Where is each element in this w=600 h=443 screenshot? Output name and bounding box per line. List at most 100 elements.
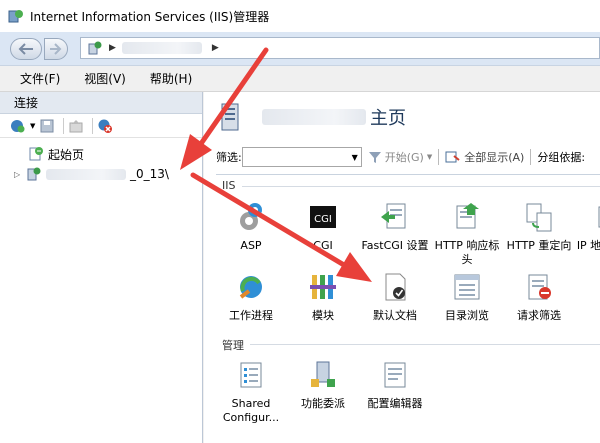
feature-label: 默认文档	[373, 309, 417, 322]
start-filter-button[interactable]: 开始(G) ▼	[368, 149, 433, 165]
group-divider	[242, 186, 600, 187]
feature-shared-configuration[interactable]: Shared Configur...	[216, 359, 286, 425]
feature-label: IP 地址和域限制	[576, 239, 600, 252]
connections-pane: 连接 ▼ 起始页 ▷ _0_13\	[0, 92, 203, 443]
tree-item-start-page[interactable]: 起始页	[0, 144, 202, 164]
menu-bar: 文件(F) 视图(V) 帮助(H)	[0, 66, 600, 92]
back-arrow-icon	[18, 42, 33, 55]
feature-label: FastCGI 设置	[361, 239, 429, 252]
config-editor-icon	[384, 362, 406, 388]
feature-label: 工作进程	[229, 309, 273, 322]
forward-button[interactable]	[44, 37, 68, 60]
show-all-label: 全部显示(A)	[464, 151, 525, 164]
expand-icon[interactable]: ▷	[14, 170, 26, 179]
connections-header: 连接	[0, 92, 202, 114]
menu-help[interactable]: 帮助(H)	[150, 70, 192, 87]
feature-label: HTTP 重定向	[506, 239, 572, 252]
feature-label: CGI	[313, 239, 333, 252]
filter-input[interactable]: ▼	[241, 147, 362, 167]
feature-label: ASP	[240, 239, 262, 252]
feature-delegation-icon	[311, 361, 335, 387]
group-title-iis: IIS	[222, 179, 236, 192]
feature-label: Shared Configur...	[222, 397, 280, 424]
toolbar-separator	[63, 117, 65, 134]
feature-request-filtering[interactable]: 请求筛选	[504, 271, 574, 323]
disconnect-icon[interactable]	[97, 118, 113, 134]
request-filtering-icon	[528, 274, 551, 300]
connect-dropdown-icon[interactable]: ▼	[30, 122, 35, 130]
server-address-redacted	[262, 109, 366, 125]
filter-label: 筛选:	[216, 151, 242, 164]
title-bar: Internet Information Services (IIS)管理器	[0, 0, 600, 32]
group-title-management: 管理	[222, 339, 244, 352]
feature-http-headers[interactable]: HTTP 响应标头	[432, 201, 502, 267]
server-name-redacted	[46, 168, 126, 180]
directory-browsing-icon	[454, 274, 480, 300]
save-icon[interactable]	[39, 118, 55, 134]
asp-icon	[240, 203, 262, 230]
svg-text:CGI: CGI	[314, 214, 332, 225]
ip-restrictions-icon	[598, 206, 600, 228]
main-pane: 主页 筛选: ▼ 开始(G) ▼ 全部显示(A) 分组依据: IIS ASP C…	[204, 92, 600, 443]
feature-asp[interactable]: ASP	[216, 201, 286, 253]
forward-arrow-icon	[50, 42, 62, 55]
tree-item-server[interactable]: ▷ _0_13\	[0, 164, 202, 184]
funnel-icon	[368, 152, 381, 163]
feature-label: 请求筛选	[517, 309, 561, 322]
feature-label: 模块	[312, 309, 334, 322]
feature-label: 功能委派	[301, 397, 345, 410]
feature-fastcgi[interactable]: FastCGI 设置	[360, 201, 430, 253]
breadcrumb-chevron-icon[interactable]: ▶	[212, 43, 219, 53]
filter-bar: 筛选: ▼ 开始(G) ▼ 全部显示(A) 分组依据:	[216, 146, 600, 168]
chevron-down-icon[interactable]: ▼	[352, 153, 358, 162]
feature-default-document[interactable]: 默认文档	[360, 271, 430, 323]
group-by-label: 分组依据:	[537, 151, 586, 164]
fastcgi-icon	[381, 203, 406, 229]
show-all-button[interactable]: 全部显示(A)	[445, 149, 524, 165]
shared-config-icon	[240, 362, 262, 388]
chevron-down-icon: ▼	[426, 153, 433, 161]
feature-cgi[interactable]: CGI CGI	[288, 201, 358, 253]
default-document-icon	[385, 273, 406, 301]
server-small-icon	[88, 41, 102, 55]
feature-label: 配置编辑器	[367, 397, 423, 410]
feature-config-editor[interactable]: 配置编辑器	[360, 359, 430, 411]
http-headers-icon	[456, 203, 479, 229]
feature-modules[interactable]: 模块	[288, 271, 358, 323]
feature-label: HTTP 响应标头	[434, 239, 500, 266]
feature-http-redirect[interactable]: HTTP 重定向	[504, 201, 574, 253]
connect-icon[interactable]	[10, 118, 26, 134]
tree-item-label: _0_13\	[130, 167, 169, 181]
menu-file[interactable]: 文件(F)	[20, 70, 60, 87]
iis-app-icon	[8, 10, 23, 23]
feature-partial[interactable]	[576, 271, 600, 309]
start-page-icon	[29, 147, 43, 161]
back-button[interactable]	[10, 37, 42, 60]
partial-icon	[595, 271, 600, 303]
window-title: Internet Information Services (IIS)管理器	[30, 9, 270, 24]
page-title: 主页	[370, 108, 406, 129]
connections-tree: 起始页 ▷ _0_13\	[0, 138, 202, 184]
toolbar-separator	[92, 117, 94, 134]
feature-delegation[interactable]: 功能委派	[288, 359, 358, 411]
features-view: IIS ASP CGI CGI FastCGI 设置 HTTP 响应标头 HTT…	[216, 174, 600, 443]
show-all-icon	[445, 151, 460, 163]
feature-ip-restrictions[interactable]: IP 地址和域限制	[576, 201, 600, 267]
http-redirect-icon	[526, 203, 552, 232]
address-input[interactable]: ▶ ▶	[80, 37, 600, 59]
menu-view[interactable]: 视图(V)	[84, 70, 126, 87]
breadcrumb-chevron-icon[interactable]: ▶	[109, 43, 116, 53]
cgi-icon: CGI	[310, 206, 336, 228]
up-icon[interactable]	[68, 118, 84, 134]
server-large-icon	[221, 103, 239, 131]
address-bar: ▶ ▶	[0, 32, 600, 66]
feature-worker-process[interactable]: 工作进程	[216, 271, 286, 323]
connections-toolbar: ▼	[0, 114, 202, 138]
group-divider	[250, 344, 600, 345]
feature-directory-browsing[interactable]: 目录浏览	[432, 271, 502, 323]
address-segment	[121, 42, 202, 54]
feature-label: 目录浏览	[445, 309, 489, 322]
server-icon	[27, 167, 41, 181]
toolbar-separator	[530, 149, 532, 165]
start-filter-label: 开始(G)	[384, 151, 424, 164]
